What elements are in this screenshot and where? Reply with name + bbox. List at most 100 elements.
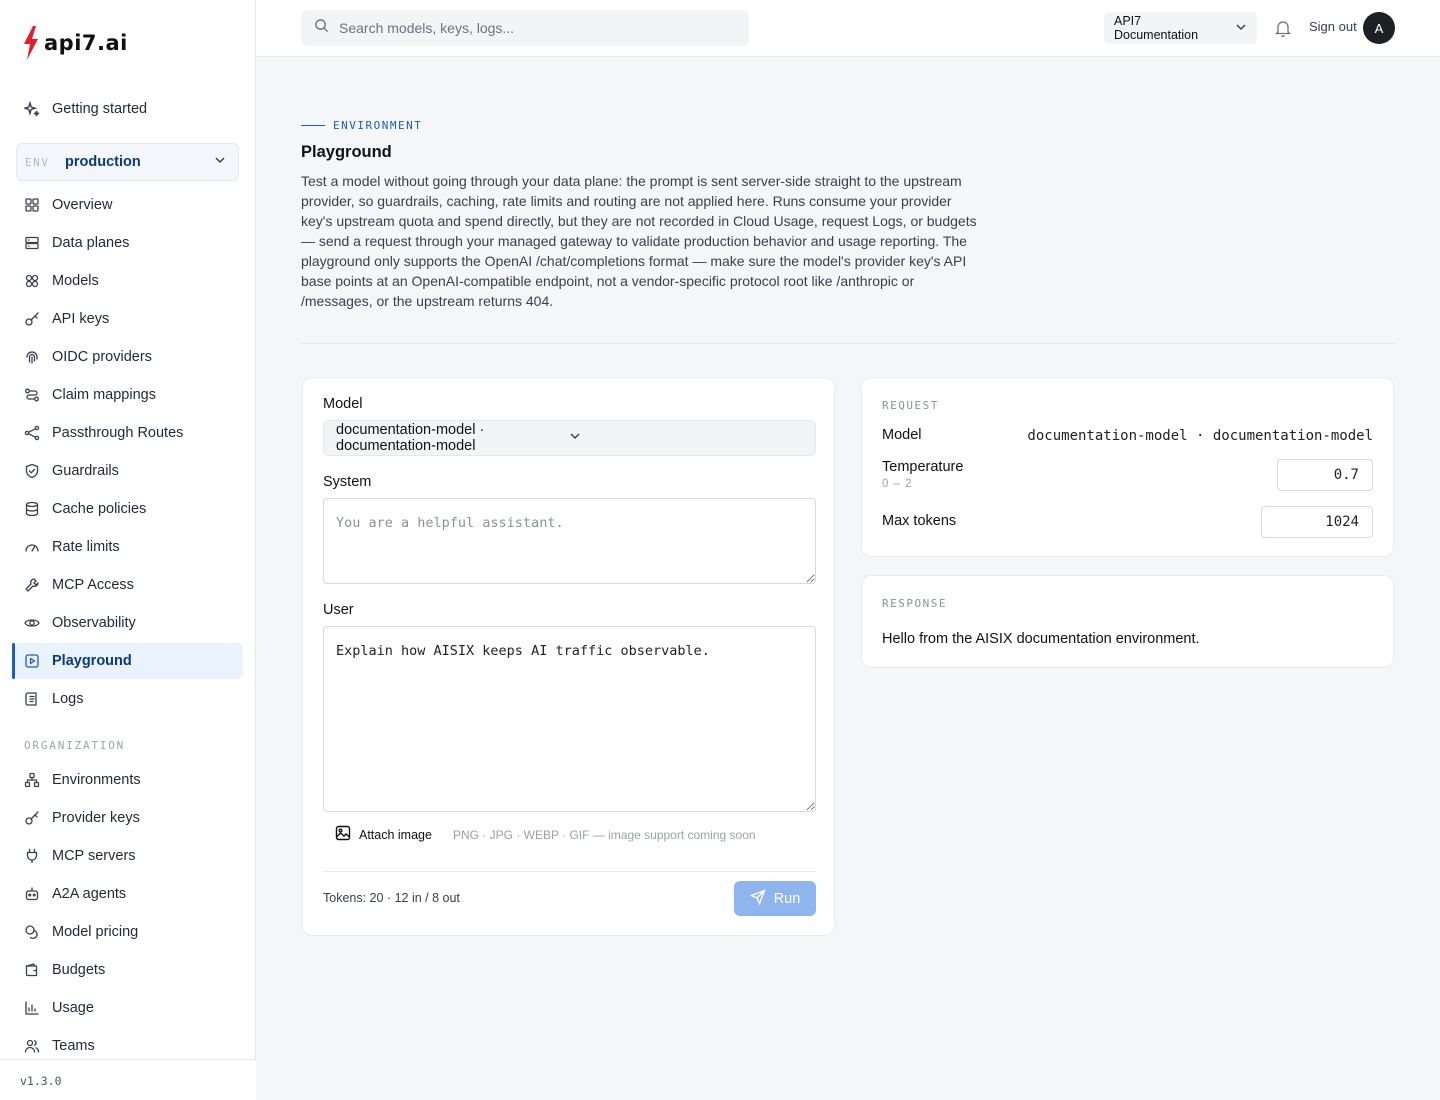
mapping-icon bbox=[24, 387, 40, 403]
play-icon bbox=[24, 653, 40, 669]
sidebar-item-claim-mappings[interactable]: Claim mappings bbox=[12, 377, 243, 413]
users-icon bbox=[24, 1038, 40, 1054]
sidebar-item-data-planes[interactable]: Data planes bbox=[12, 225, 243, 261]
bot-icon bbox=[24, 886, 40, 902]
sidebar-item-label: Getting started bbox=[52, 101, 148, 117]
model-select[interactable]: documentation-model · documentation-mode… bbox=[323, 420, 816, 456]
sidebar-item-playground[interactable]: Playground bbox=[12, 643, 243, 679]
network-icon bbox=[24, 772, 40, 788]
sidebar-item-getting-started[interactable]: Getting started bbox=[12, 91, 243, 127]
sidebar-item-logs[interactable]: Logs bbox=[12, 681, 243, 717]
sparkles-icon bbox=[24, 101, 40, 117]
sign-out-link[interactable]: Sign out bbox=[1309, 19, 1357, 34]
sidebar-item-label: Rate limits bbox=[52, 539, 120, 555]
card-divider bbox=[323, 871, 816, 872]
env-tag: ENV bbox=[25, 155, 50, 169]
run-button[interactable]: Run bbox=[734, 881, 816, 916]
bolt-logo-icon bbox=[24, 26, 38, 60]
sidebar-item-passthrough-routes[interactable]: Passthrough Routes bbox=[12, 415, 243, 451]
temperature-range: 0 – 2 bbox=[882, 478, 913, 490]
gauge-icon bbox=[24, 539, 40, 555]
sidebar-item-usage[interactable]: Usage bbox=[12, 990, 243, 1026]
brand-logo[interactable]: api7.ai bbox=[22, 26, 128, 60]
environment-select[interactable]: ENV production bbox=[16, 143, 239, 181]
sidebar-item-budgets[interactable]: Budgets bbox=[12, 952, 243, 988]
sidebar-item-mcp-servers[interactable]: MCP servers bbox=[12, 838, 243, 874]
eye-icon bbox=[24, 615, 40, 631]
request-model-value: documentation-model · documentation-mode… bbox=[1027, 428, 1373, 444]
sidebar: api7.ai Getting started ENV production O… bbox=[0, 0, 256, 1100]
eyebrow-label: ENVIRONMENT bbox=[333, 119, 423, 132]
key-icon bbox=[24, 311, 40, 327]
sidebar-item-label: Claim mappings bbox=[52, 387, 156, 403]
env-value: production bbox=[65, 154, 141, 170]
temperature-label: Temperature bbox=[882, 459, 964, 475]
chevron-down-icon bbox=[569, 430, 802, 446]
prompt-card: Model documentation-model · documentatio… bbox=[302, 377, 835, 936]
request-card: REQUEST Model documentation-model · docu… bbox=[861, 377, 1394, 557]
sidebar-item-a2a-agents[interactable]: A2A agents bbox=[12, 876, 243, 912]
org-selector[interactable]: API7 Documentation bbox=[1104, 12, 1257, 44]
sidebar-item-label: Models bbox=[52, 273, 99, 289]
sidebar-item-label: Budgets bbox=[52, 962, 106, 978]
sidebar-footer: v1.3.0 bbox=[0, 1059, 256, 1100]
bell-icon[interactable] bbox=[1274, 19, 1292, 42]
page-eyebrow: ENVIRONMENT bbox=[301, 119, 422, 132]
run-button-label: Run bbox=[773, 890, 801, 907]
temperature-input[interactable] bbox=[1277, 459, 1373, 491]
max-tokens-label: Max tokens bbox=[882, 513, 957, 529]
database-icon bbox=[24, 501, 40, 517]
cubes-icon bbox=[24, 273, 40, 289]
sidebar-item-overview[interactable]: Overview bbox=[12, 187, 243, 223]
send-icon bbox=[749, 888, 766, 909]
search-input[interactable] bbox=[339, 20, 719, 36]
route-icon bbox=[24, 425, 40, 441]
sidebar-item-model-pricing[interactable]: Model pricing bbox=[12, 914, 243, 950]
attach-image-label: Attach image bbox=[359, 827, 432, 842]
sidebar-item-models[interactable]: Models bbox=[12, 263, 243, 299]
sidebar-item-label: Cache policies bbox=[52, 501, 147, 517]
sidebar-item-environments[interactable]: Environments bbox=[12, 762, 243, 798]
server-icon bbox=[24, 235, 40, 251]
org-selector-label: API7 Documentation bbox=[1114, 14, 1199, 42]
system-prompt-input[interactable] bbox=[323, 498, 816, 584]
response-text: Hello from the AISIX documentation envir… bbox=[882, 631, 1200, 647]
coins-icon bbox=[24, 924, 40, 940]
key-icon bbox=[24, 810, 40, 826]
avatar[interactable]: A bbox=[1363, 12, 1395, 44]
sidebar-item-label: Playground bbox=[52, 653, 132, 669]
sidebar-item-label: OIDC providers bbox=[52, 349, 152, 365]
sidebar-item-label: MCP Access bbox=[52, 577, 134, 593]
fingerprint-icon bbox=[24, 349, 40, 365]
chart-icon bbox=[24, 1000, 40, 1016]
attach-image-button[interactable]: Attach image bbox=[335, 825, 432, 844]
sidebar-item-guardrails[interactable]: Guardrails bbox=[12, 453, 243, 489]
sidebar-item-label: A2A agents bbox=[52, 886, 127, 902]
grid-icon bbox=[24, 197, 40, 213]
token-count: Tokens: 20 · 12 in / 8 out bbox=[323, 891, 460, 905]
sidebar-item-cache-policies[interactable]: Cache policies bbox=[12, 491, 243, 527]
page-description: Test a model without going through your … bbox=[301, 173, 977, 309]
sidebar-item-api-keys[interactable]: API keys bbox=[12, 301, 243, 337]
sidebar-item-provider-keys[interactable]: Provider keys bbox=[12, 800, 243, 836]
active-indicator bbox=[12, 643, 15, 679]
response-section-label: RESPONSE bbox=[882, 597, 947, 610]
search-icon bbox=[314, 18, 329, 38]
sidebar-item-observability[interactable]: Observability bbox=[12, 605, 243, 641]
sidebar-item-mcp-access[interactable]: MCP Access bbox=[12, 567, 243, 603]
user-label: User bbox=[323, 602, 354, 618]
sidebar-item-oidc-providers[interactable]: OIDC providers bbox=[12, 339, 243, 375]
system-label: System bbox=[323, 474, 372, 490]
wallet-icon bbox=[24, 962, 40, 978]
user-prompt-input[interactable]: Explain how AISIX keeps AI traffic obser… bbox=[323, 626, 816, 812]
sidebar-item-rate-limits[interactable]: Rate limits bbox=[12, 529, 243, 565]
shield-icon bbox=[24, 463, 40, 479]
chevron-down-icon bbox=[214, 153, 226, 171]
sidebar-item-label: Overview bbox=[52, 197, 113, 213]
sidebar-item-label: Logs bbox=[52, 691, 84, 707]
max-tokens-input[interactable] bbox=[1261, 506, 1373, 538]
header-divider bbox=[301, 343, 1395, 344]
image-icon bbox=[335, 825, 351, 844]
top-bar: API7 Documentation Sign out A bbox=[256, 0, 1440, 57]
search-box[interactable] bbox=[301, 10, 749, 46]
